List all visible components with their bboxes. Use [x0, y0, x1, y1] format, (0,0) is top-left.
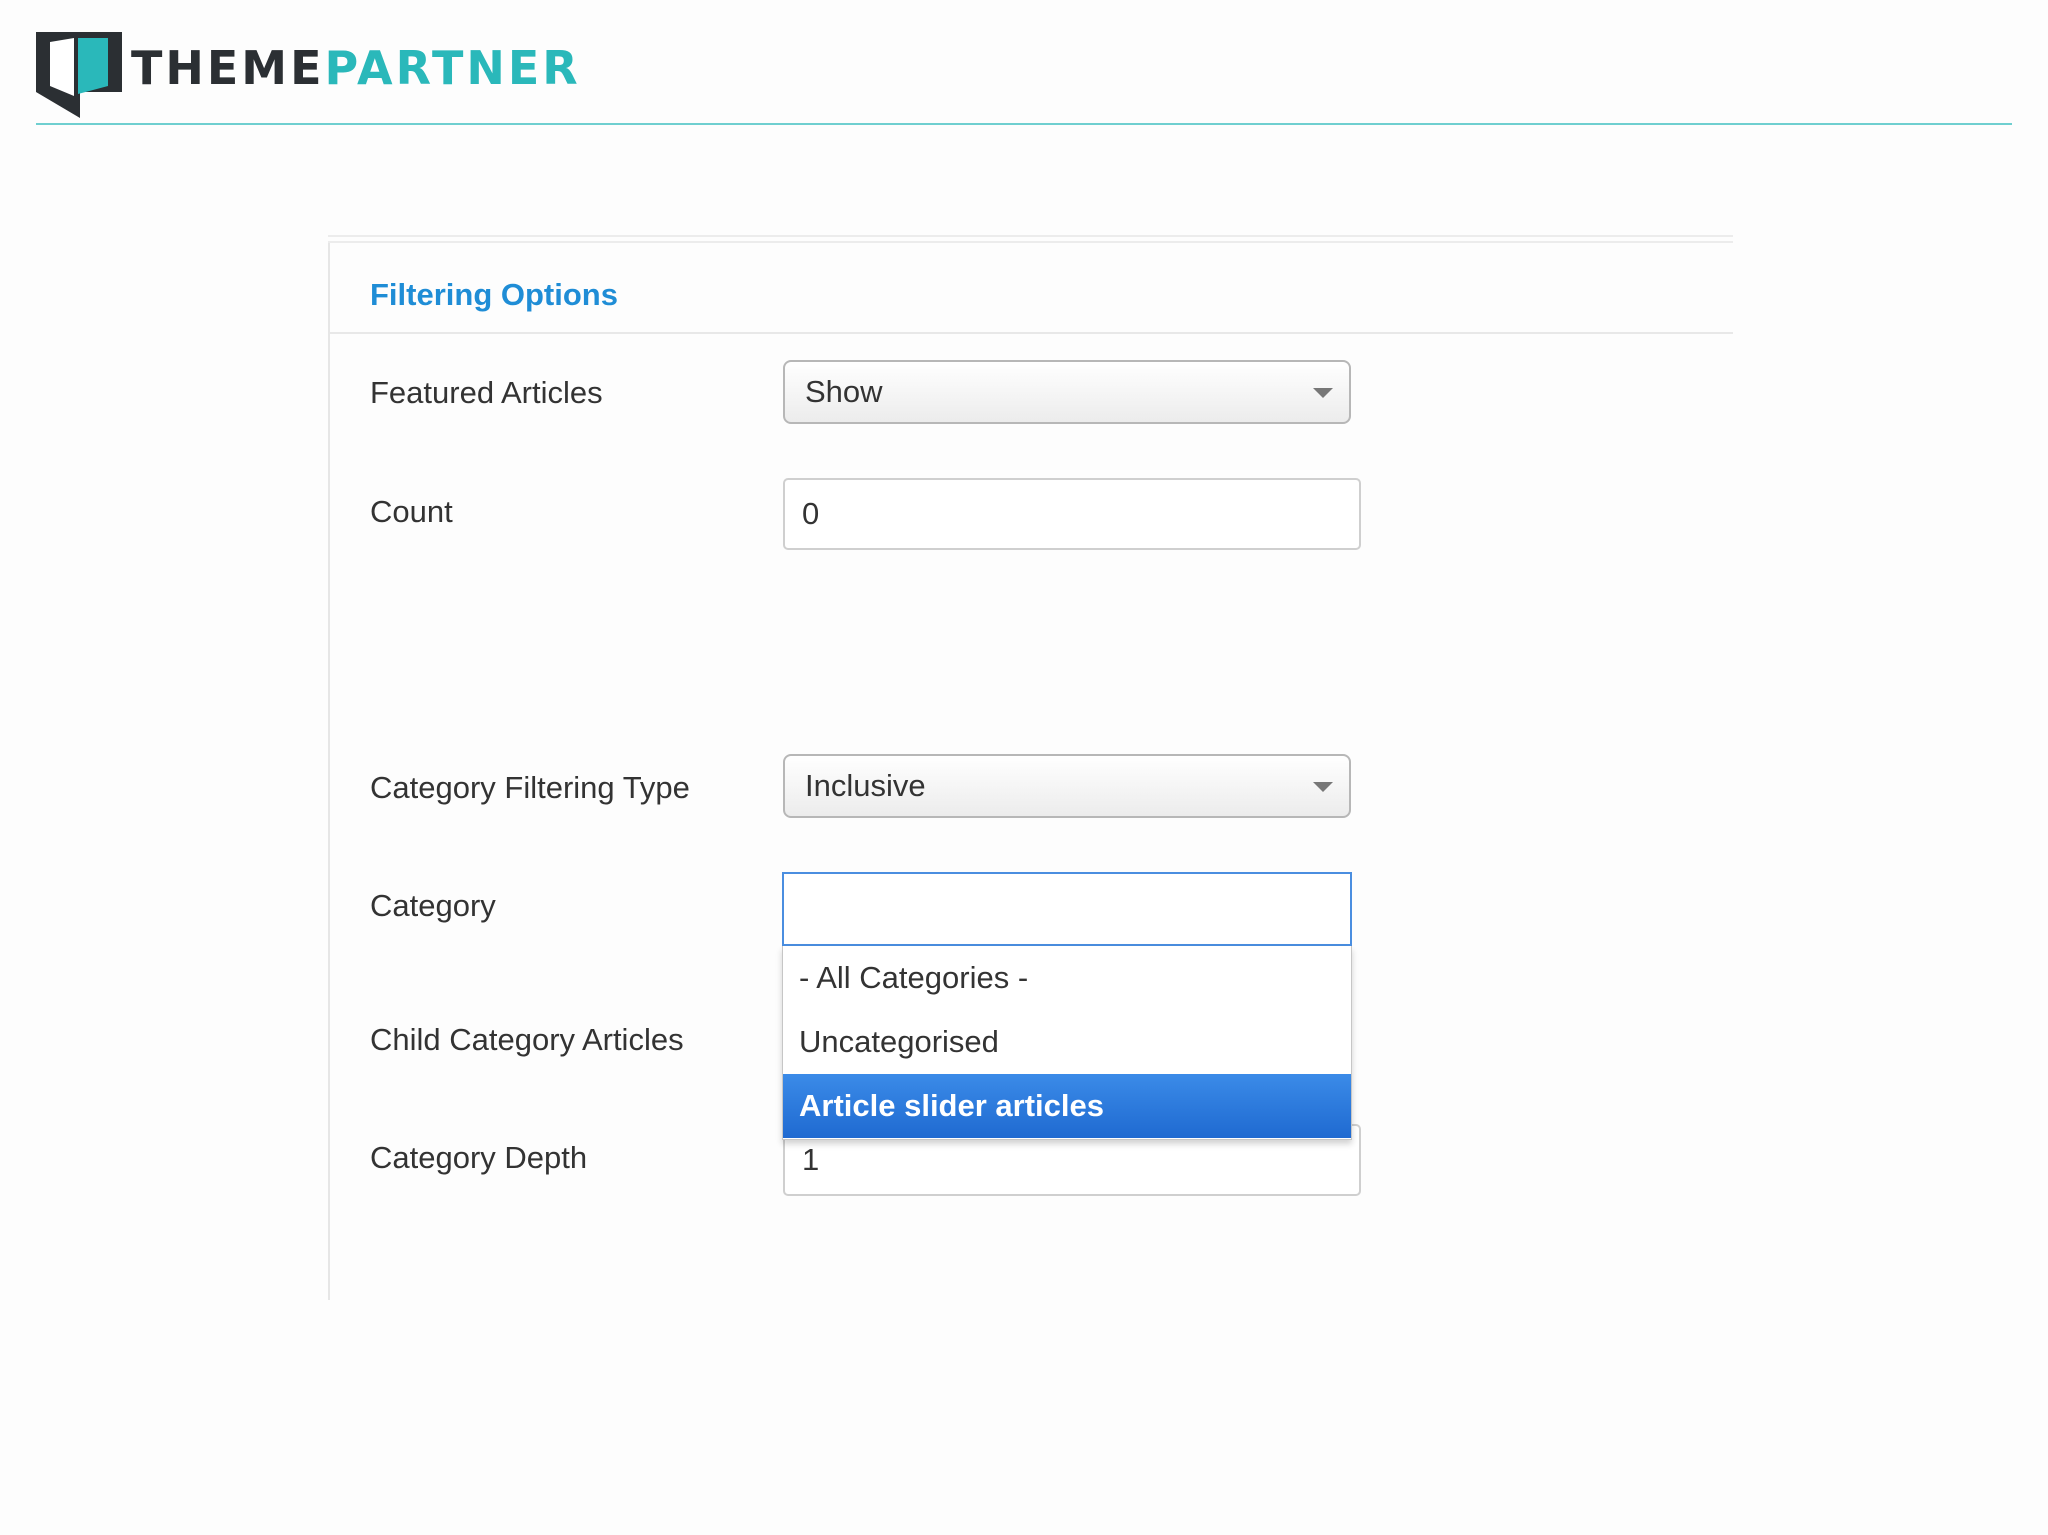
- count-value: 0: [802, 496, 820, 531]
- category-dropdown-list: - All Categories - Uncategorised Article…: [782, 946, 1352, 1140]
- site-header: THEMEPARTNER: [0, 0, 2048, 130]
- brand-name-part2: PARTNER: [324, 41, 581, 95]
- featured-articles-label: Featured Articles: [370, 375, 603, 410]
- panel-left-border: [328, 243, 330, 1300]
- count-input[interactable]: 0: [783, 478, 1361, 550]
- header-divider: [36, 123, 2012, 125]
- panel-title-divider: [330, 332, 1733, 334]
- category-filtering-type-select[interactable]: Inclusive: [783, 754, 1351, 818]
- category-filtering-type-value: Inclusive: [805, 768, 926, 803]
- themepartner-logo-icon: [36, 32, 122, 118]
- panel-title: Filtering Options: [370, 277, 618, 312]
- category-search-input[interactable]: [782, 872, 1352, 946]
- brand-name-part1: THEME: [131, 41, 325, 95]
- featured-articles-select[interactable]: Show: [783, 360, 1351, 424]
- category-label: Category: [370, 888, 496, 923]
- chevron-down-icon: [1313, 388, 1333, 398]
- featured-articles-value: Show: [805, 374, 883, 409]
- child-category-articles-label: Child Category Articles: [370, 1022, 684, 1057]
- category-option-article-slider-articles[interactable]: Article slider articles: [783, 1074, 1351, 1138]
- category-depth-label: Category Depth: [370, 1140, 588, 1175]
- category-option-all[interactable]: - All Categories -: [783, 946, 1351, 1010]
- category-depth-value: 1: [802, 1142, 820, 1177]
- category-option-uncategorised[interactable]: Uncategorised: [783, 1010, 1351, 1074]
- count-label: Count: [370, 494, 453, 529]
- filtering-options-panel: Filtering Options Featured Articles Show…: [328, 235, 1733, 1300]
- brand-logo-text: THEMEPARTNER: [131, 40, 581, 96]
- panel-top-border: [328, 235, 1733, 243]
- category-filtering-type-label: Category Filtering Type: [370, 770, 690, 805]
- chevron-down-icon: [1313, 782, 1333, 792]
